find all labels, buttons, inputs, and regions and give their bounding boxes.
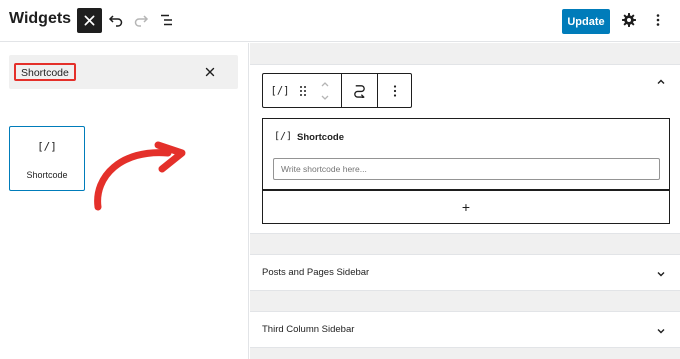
shortcode-icon: [/] (37, 140, 57, 153)
widget-area-title: Posts and Pages Sidebar (262, 267, 370, 278)
close-icon (205, 67, 215, 77)
red-arrow-annotation (94, 141, 186, 211)
chevron-down-icon (657, 329, 665, 334)
block-result-label: Shortcode (26, 170, 68, 180)
transform-icon (354, 85, 365, 98)
search-input-value[interactable]: Shortcode (14, 63, 76, 81)
expand-area-button[interactable] (655, 324, 667, 336)
update-button[interactable]: Update (562, 9, 610, 34)
block-options-button[interactable] (378, 74, 412, 107)
transform-button[interactable] (342, 74, 377, 107)
block-inserter-panel: Shortcode [/] Shortcode (0, 43, 249, 359)
add-block-button[interactable]: + (262, 189, 670, 224)
redo-icon (134, 15, 149, 27)
widget-area-expanded: [/] [/] Shortcode Write shortcode here..… (250, 64, 680, 234)
widget-area-third-column[interactable]: Third Column Sidebar (250, 311, 680, 348)
move-buttons[interactable] (315, 74, 335, 107)
close-icon (84, 15, 95, 26)
shortcode-block-result[interactable]: [/] Shortcode (9, 126, 85, 191)
close-inserter-button[interactable] (77, 8, 102, 33)
block-type-button[interactable]: [/] (263, 74, 297, 107)
widget-editor: [/] [/] Shortcode Write shortcode here..… (250, 43, 680, 359)
collapse-area-button[interactable] (655, 75, 667, 87)
chevron-down-icon (657, 272, 665, 277)
shortcode-input[interactable]: Write shortcode here... (273, 158, 660, 180)
gear-icon (622, 13, 636, 27)
expand-area-button[interactable] (655, 267, 667, 279)
widget-area-title: Third Column Sidebar (262, 324, 355, 335)
block-search-input[interactable]: Shortcode (9, 55, 238, 89)
chevron-up-icon (657, 79, 665, 84)
widget-area-posts-and-pages[interactable]: Posts and Pages Sidebar (250, 254, 680, 291)
shortcode-icon: [/] (274, 131, 293, 142)
more-vertical-icon (393, 84, 397, 97)
undo-button[interactable] (107, 11, 125, 29)
shortcode-block[interactable]: [/] Shortcode Write shortcode here... (262, 118, 670, 191)
plus-icon: + (461, 199, 471, 215)
list-view-icon (161, 14, 172, 26)
clear-search-button[interactable] (203, 65, 217, 79)
shortcode-block-title: Shortcode (297, 132, 344, 143)
top-toolbar: Widgets Update (0, 0, 680, 42)
shortcode-icon: [/] (270, 84, 290, 97)
settings-button[interactable] (621, 12, 637, 28)
drag-handle[interactable] (293, 74, 313, 107)
list-view-button[interactable] (158, 11, 176, 29)
more-vertical-icon (656, 14, 660, 26)
options-button[interactable] (652, 12, 664, 28)
redo-button[interactable] (132, 11, 150, 29)
page-title: Widgets (9, 10, 72, 27)
drag-handle-icon (300, 85, 306, 96)
block-toolbar: [/] (262, 73, 412, 108)
move-up-down-icon (321, 81, 329, 100)
undo-icon (108, 15, 123, 27)
